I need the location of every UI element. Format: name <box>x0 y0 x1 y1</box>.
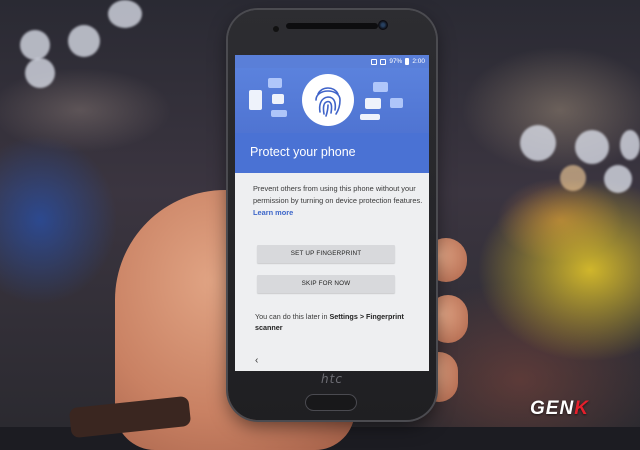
bokeh-light <box>520 125 556 161</box>
phone-screen: 97% 2:00 Protect your phone Prevent othe… <box>235 55 429 371</box>
bokeh-light <box>108 0 142 28</box>
skip-for-now-button[interactable]: SKIP FOR NOW <box>257 275 395 293</box>
message-icon <box>272 94 284 104</box>
watermark-suffix: K <box>574 398 589 419</box>
back-icon[interactable]: ‹ <box>255 355 258 366</box>
bokeh-light <box>560 165 586 191</box>
photo-icon <box>373 82 388 92</box>
description-body: Prevent others from using this phone wit… <box>253 184 423 205</box>
smartphone: 97% 2:00 Protect your phone Prevent othe… <box>228 10 436 420</box>
header-illustration <box>235 68 429 133</box>
card-icon <box>365 98 381 109</box>
later-hint: You can do this later in Settings > Fing… <box>255 311 425 333</box>
learn-more-link[interactable]: Learn more <box>253 208 293 217</box>
status-bar: 97% 2:00 <box>235 55 429 68</box>
title-band: Protect your phone <box>235 133 429 173</box>
notification-icon <box>371 58 378 65</box>
phone-icon <box>249 90 262 110</box>
watermark-prefix: GEN <box>530 398 575 419</box>
chat-bubble-icon <box>268 78 282 88</box>
bokeh-light <box>20 30 50 60</box>
battery-level: 97% <box>389 58 403 65</box>
home-button[interactable] <box>306 395 356 410</box>
description-text: Prevent others from using this phone wit… <box>253 183 423 219</box>
page-title: Protect your phone <box>250 145 356 159</box>
mail-icon <box>390 98 403 108</box>
notification-icon <box>380 58 387 65</box>
setup-fingerprint-button[interactable]: SET UP FINGERPRINT <box>257 245 395 263</box>
document-icon <box>360 114 380 120</box>
proximity-sensor <box>273 26 279 32</box>
keyboard-icon <box>271 110 287 117</box>
bokeh-light <box>25 58 55 88</box>
fingerprint-icon <box>315 87 341 117</box>
bokeh-light <box>604 165 632 193</box>
brand-logo: htc <box>321 372 343 386</box>
battery-icon <box>405 58 410 65</box>
fingerprint-badge <box>302 74 354 126</box>
clock: 2:00 <box>412 58 425 65</box>
earpiece-speaker <box>286 23 378 29</box>
bokeh-light <box>68 25 100 57</box>
bokeh-light <box>575 130 609 164</box>
later-hint-prefix: You can do this later in <box>255 312 328 321</box>
bokeh-light <box>620 130 640 160</box>
watermark-logo: GENK <box>530 398 589 420</box>
front-camera <box>378 20 388 30</box>
